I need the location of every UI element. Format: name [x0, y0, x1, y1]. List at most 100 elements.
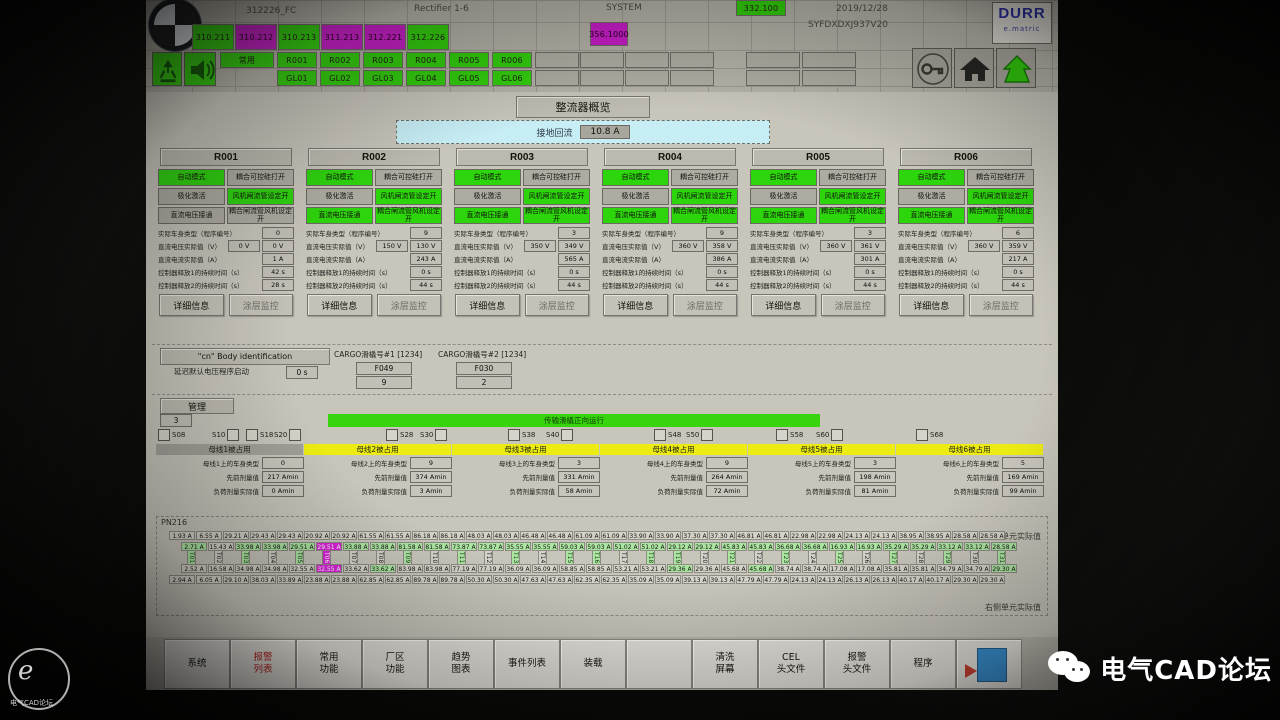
- pn216-current-cell: 24.13 A: [844, 531, 870, 540]
- footer-button-9[interactable]: CEL 头文件: [758, 639, 824, 689]
- checkbox-box[interactable]: [701, 429, 714, 441]
- coating-monitor-button[interactable]: 涂层监控: [228, 294, 293, 316]
- header-tile-empty-9[interactable]: [746, 52, 800, 68]
- header-alarm-tile[interactable]: 356.1000: [589, 22, 629, 46]
- checkbox-box[interactable]: [246, 429, 258, 441]
- up-arrow-icon[interactable]: [996, 48, 1036, 88]
- value-field: 44 s: [1002, 279, 1034, 291]
- value-row: 控制器释放1的持续时间（s） 0 s: [454, 266, 590, 278]
- checkbox-box[interactable]: [654, 429, 666, 441]
- checkbox-box[interactable]: [158, 429, 170, 441]
- station-checkbox-s08[interactable]: S08: [158, 429, 185, 441]
- header-tile-gl05[interactable]: GL05: [449, 70, 489, 86]
- station-checkbox-s28[interactable]: S28: [386, 429, 413, 441]
- checkbox-box[interactable]: [508, 429, 520, 441]
- management-button[interactable]: 管理: [160, 398, 234, 414]
- header-tile-312-221[interactable]: 312.221: [364, 24, 406, 50]
- header-tile-311-213[interactable]: 311.213: [321, 24, 363, 50]
- header-tile-gl03[interactable]: GL03: [363, 70, 403, 86]
- header-tile-r002[interactable]: R002: [320, 52, 360, 68]
- checkbox-box[interactable]: [289, 429, 302, 441]
- header-tile-common[interactable]: 常用: [220, 52, 274, 68]
- detail-info-button[interactable]: 详细信息: [899, 294, 964, 316]
- station-checkbox-s30[interactable]: S30: [420, 429, 448, 441]
- station-checkbox-s40[interactable]: S40: [546, 429, 574, 441]
- header-tile-empty-11[interactable]: [802, 52, 856, 68]
- pn216-current-cell: 50.30 A: [493, 575, 519, 584]
- footer-button-0[interactable]: 系统: [164, 639, 230, 689]
- header-tile-empty-5[interactable]: [535, 70, 579, 86]
- header-tile-310-211[interactable]: 310.211: [192, 24, 234, 50]
- checkbox-box[interactable]: [776, 429, 788, 441]
- checkbox-box[interactable]: [227, 429, 240, 441]
- station-checkbox-s20[interactable]: S20: [274, 429, 302, 441]
- header-tile-empty-2[interactable]: [580, 52, 624, 68]
- station-checkbox-s48[interactable]: S48: [654, 429, 681, 441]
- home-icon[interactable]: [954, 48, 994, 88]
- coating-monitor-button[interactable]: 涂层监控: [376, 294, 441, 316]
- station-checkbox-s50[interactable]: S50: [686, 429, 714, 441]
- checkbox-box[interactable]: [561, 429, 574, 441]
- header-tile-empty-1[interactable]: [535, 52, 579, 68]
- header-tile-310-212[interactable]: 310.212: [235, 24, 277, 50]
- checkbox-box[interactable]: [831, 429, 844, 441]
- header-tile-r005[interactable]: R005: [449, 52, 489, 68]
- header-tile-r003[interactable]: R003: [363, 52, 403, 68]
- header-tile-empty-8[interactable]: [670, 70, 714, 86]
- horn-icon[interactable]: [184, 52, 216, 86]
- footer-button-4[interactable]: 趋势 图表: [428, 639, 494, 689]
- header-green-tile[interactable]: 332.100: [736, 0, 786, 16]
- footer-button-7[interactable]: [626, 639, 692, 689]
- station-checkbox-s38[interactable]: S38: [508, 429, 535, 441]
- header-tile-empty-7[interactable]: [625, 70, 669, 86]
- detail-info-button[interactable]: 详细信息: [455, 294, 520, 316]
- footer-button-11[interactable]: 程序: [890, 639, 956, 689]
- header-tile-r006[interactable]: R006: [492, 52, 532, 68]
- station-checkbox-s68[interactable]: S68: [916, 429, 943, 441]
- header-tile-r001[interactable]: R001: [277, 52, 317, 68]
- coating-monitor-button[interactable]: 涂层监控: [968, 294, 1033, 316]
- header-label-system: SYSTEM: [606, 3, 642, 13]
- detail-info-button[interactable]: 详细信息: [307, 294, 372, 316]
- coating-monitor-button[interactable]: 涂层监控: [820, 294, 885, 316]
- header-tile-empty-10[interactable]: [746, 70, 800, 86]
- header-tile-310-213[interactable]: 310.213: [278, 24, 320, 50]
- durr-logo-subtext: e.matric: [1003, 25, 1041, 33]
- header-tile-gl06[interactable]: GL06: [492, 70, 532, 86]
- header-tile-empty-12[interactable]: [802, 70, 856, 86]
- checkbox-box[interactable]: [916, 429, 928, 441]
- checkbox-box[interactable]: [435, 429, 448, 441]
- header-tile-empty-6[interactable]: [580, 70, 624, 86]
- rectifier-buttons: 详细信息 涂层监控: [748, 294, 888, 316]
- detail-info-button[interactable]: 详细信息: [159, 294, 224, 316]
- header-tile-empty-4[interactable]: [670, 52, 714, 68]
- detail-info-button[interactable]: 详细信息: [751, 294, 816, 316]
- footer-button-5[interactable]: 事件列表: [494, 639, 560, 689]
- header-tile-gl04[interactable]: GL04: [406, 70, 446, 86]
- footer-button-8[interactable]: 清洗 屏幕: [692, 639, 758, 689]
- header-tile-312-226[interactable]: 312.226: [407, 24, 449, 50]
- footer-button-6[interactable]: 装载: [560, 639, 626, 689]
- footer-button-10[interactable]: 报警 头文件: [824, 639, 890, 689]
- station-checkbox-s10[interactable]: S10: [212, 429, 240, 441]
- station-checkbox-s60[interactable]: S60: [816, 429, 844, 441]
- station-checkbox-s58[interactable]: S58: [776, 429, 803, 441]
- footer-button-3[interactable]: 厂区 功能: [362, 639, 428, 689]
- footer-button-2[interactable]: 常用 功能: [296, 639, 362, 689]
- header-tile-empty-3[interactable]: [625, 52, 669, 68]
- checkbox-box[interactable]: [386, 429, 398, 441]
- key-icon[interactable]: [912, 48, 952, 88]
- detail-info-button[interactable]: 详细信息: [603, 294, 668, 316]
- header-tile-gl01[interactable]: GL01: [277, 70, 317, 86]
- pn216-current-cell: 62.35 A: [601, 575, 627, 584]
- header-tile-r004[interactable]: R004: [406, 52, 446, 68]
- exit-icon[interactable]: [977, 648, 1007, 682]
- coating-monitor-button[interactable]: 涂层监控: [524, 294, 589, 316]
- coating-monitor-button[interactable]: 涂层监控: [672, 294, 737, 316]
- footer-button-1[interactable]: 报警 列表: [230, 639, 296, 689]
- footer-button-12[interactable]: 改变项目: [956, 639, 1022, 689]
- recycle-icon[interactable]: [152, 52, 182, 86]
- station-checkbox-s18[interactable]: S18: [246, 429, 273, 441]
- body-identification-button[interactable]: "cn" Body identification: [160, 348, 330, 365]
- header-tile-gl02[interactable]: GL02: [320, 70, 360, 86]
